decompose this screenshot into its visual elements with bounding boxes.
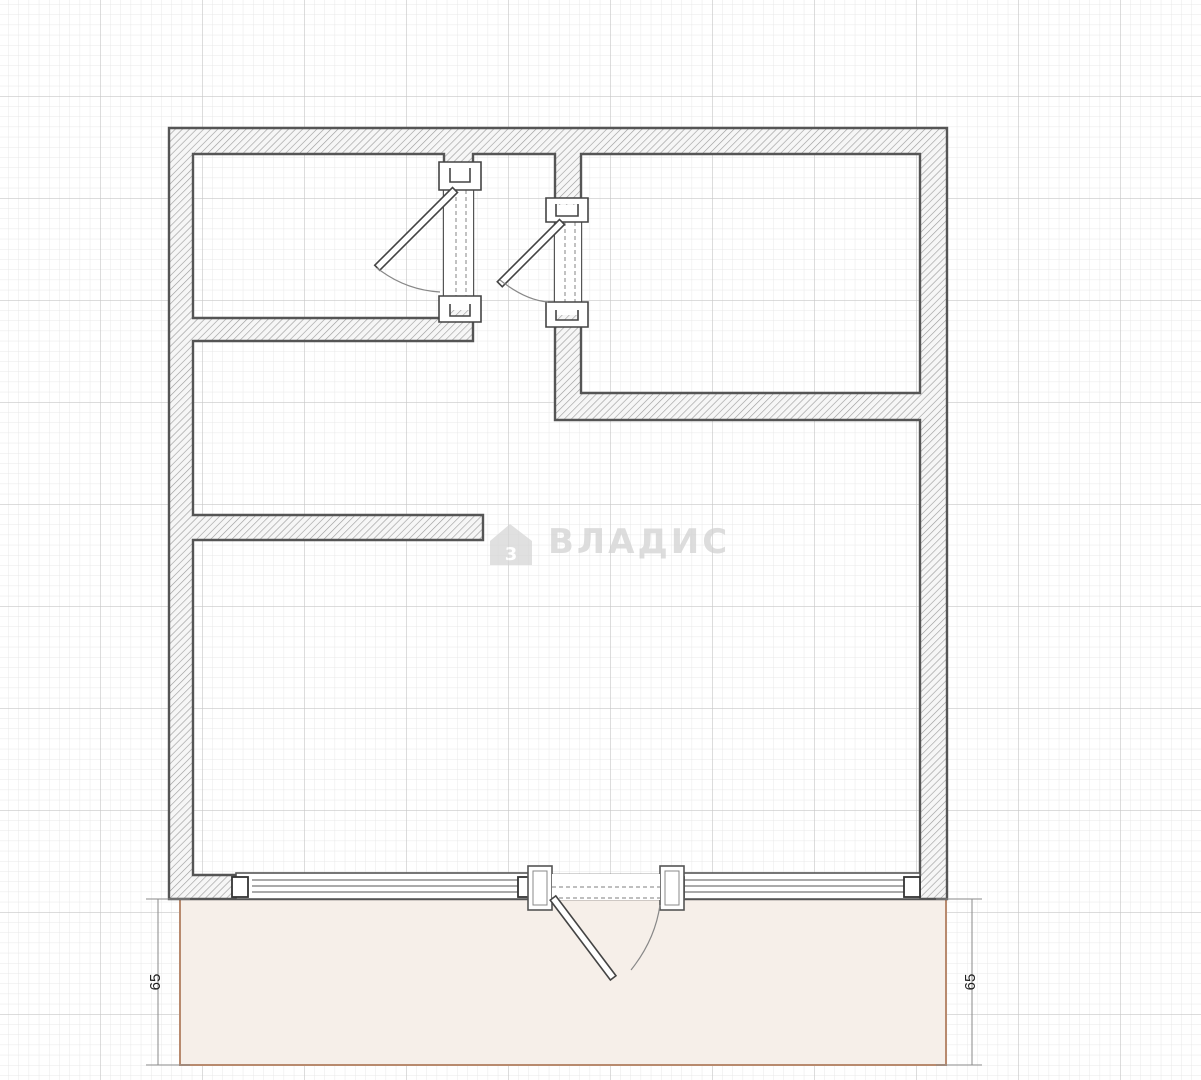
window-left — [231, 872, 535, 900]
floor-plan: 65 65 3 ВЛАДИС — [0, 0, 1201, 1080]
balcony — [179, 898, 947, 1066]
window-right — [667, 872, 921, 900]
dimension-left-label: 65 — [147, 974, 164, 991]
watermark-text: ВЛАДИС — [548, 522, 730, 562]
svg-text:3: 3 — [505, 544, 518, 565]
dimension-right-label: 65 — [962, 974, 979, 991]
